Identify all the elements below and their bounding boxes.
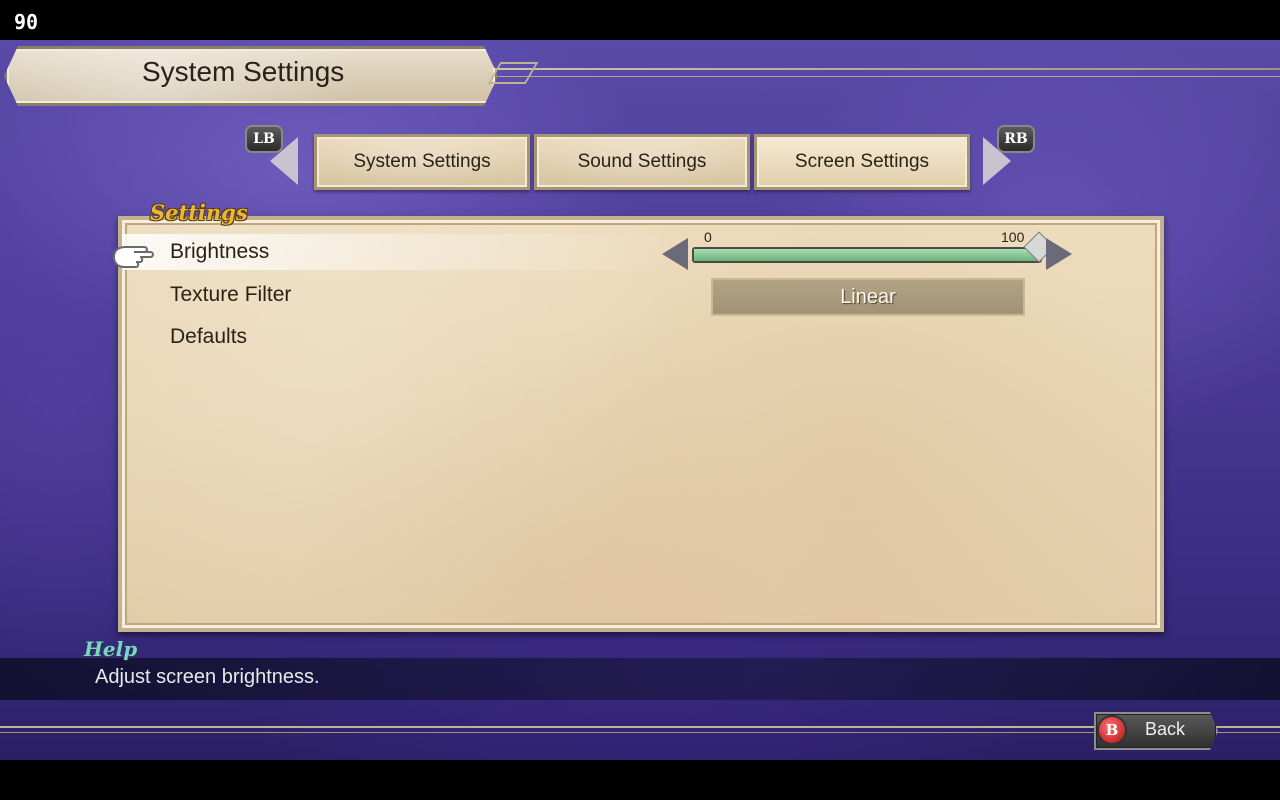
texture-filter-select[interactable]: Linear <box>711 278 1025 316</box>
footer-rule-thin <box>0 732 1280 733</box>
footer-rule <box>0 726 1280 728</box>
setting-brightness[interactable]: Brightness <box>170 240 269 264</box>
help-label: Help <box>84 637 138 661</box>
rb-button[interactable]: RB <box>997 125 1035 153</box>
slider-max-label: 100 <box>1001 229 1025 245</box>
header-rule <box>480 68 1280 70</box>
pointing-hand-icon <box>112 246 154 268</box>
settings-screen: System Settings LB System Settings Sound… <box>0 40 1280 760</box>
setting-defaults[interactable]: Defaults <box>170 325 247 349</box>
page-title: System Settings <box>142 56 345 87</box>
letterbox-top <box>0 0 1280 40</box>
tab-system-settings[interactable]: System Settings <box>314 134 530 190</box>
brightness-slider[interactable] <box>692 247 1042 263</box>
tab-screen-settings[interactable]: Screen Settings <box>754 134 970 190</box>
help-text: Adjust screen brightness. <box>95 666 320 688</box>
panel-label: Settings <box>150 200 248 225</box>
slider-increase-arrow-icon[interactable] <box>1046 238 1072 270</box>
lb-button[interactable]: LB <box>245 125 283 153</box>
title-ornament <box>487 62 539 84</box>
back-label: Back <box>1145 719 1186 739</box>
fps-counter: 90 <box>14 10 39 34</box>
letterbox-bottom <box>0 760 1280 800</box>
b-button-icon: B <box>1097 715 1127 745</box>
header-rule-thin <box>480 76 1280 77</box>
tab-sound-settings[interactable]: Sound Settings <box>534 134 750 190</box>
slider-decrease-arrow-icon[interactable] <box>662 238 688 270</box>
setting-texture-filter[interactable]: Texture Filter <box>170 283 291 307</box>
slider-min-label: 0 <box>704 229 712 245</box>
slider-fill <box>694 249 1040 261</box>
